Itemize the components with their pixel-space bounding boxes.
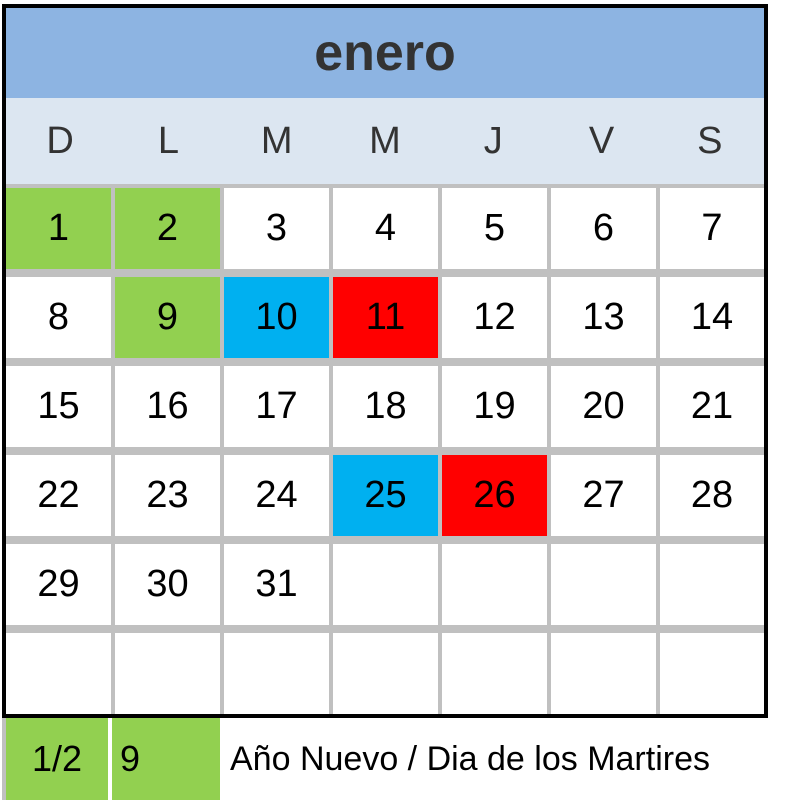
day-cell-17: 17 — [224, 366, 329, 447]
day-cell-empty — [442, 544, 547, 625]
weekday-sunday: D — [46, 119, 74, 162]
day-cell-27: 27 — [551, 455, 656, 536]
day-cell-31: 31 — [224, 544, 329, 625]
day-cell-empty — [551, 544, 656, 625]
day-cell-empty — [660, 633, 764, 714]
day-cell-8: 8 — [6, 277, 111, 358]
weekday-header-row: D L M M J V S — [6, 98, 764, 184]
day-cell-12: 12 — [442, 277, 547, 358]
day-cell-24: 24 — [224, 455, 329, 536]
calendar: enero D L M M J V S 1 2 3 4 5 6 7 8 9 10 11 12 13 14 1… — [2, 4, 768, 718]
day-cell-14: 14 — [660, 277, 764, 358]
day-cell-empty — [333, 544, 438, 625]
day-cell-empty — [333, 633, 438, 714]
day-cell-13: 13 — [551, 277, 656, 358]
day-cell-4: 4 — [333, 188, 438, 269]
day-cell-9: 9 — [115, 277, 220, 358]
day-cell-16: 16 — [115, 366, 220, 447]
day-cell-7: 7 — [660, 188, 764, 269]
day-cell-15: 15 — [6, 366, 111, 447]
month-title: enero — [6, 8, 764, 98]
weekday-thursday: J — [483, 119, 503, 162]
day-cell-2: 2 — [115, 188, 220, 269]
day-cell-empty — [6, 633, 111, 714]
legend-description: Año Nuevo / Dia de los Martires — [230, 739, 710, 778]
day-cell-26: 26 — [442, 455, 547, 536]
day-cell-28: 28 — [660, 455, 764, 536]
day-cell-23: 23 — [115, 455, 220, 536]
weekday-saturday: S — [697, 119, 723, 162]
weekday-monday: L — [157, 119, 179, 162]
day-cell-6: 6 — [551, 188, 656, 269]
day-grid: 1 2 3 4 5 6 7 8 9 10 11 12 13 14 15 16 17 18 19 20 21 22 23 24 2… — [6, 184, 764, 714]
day-cell-11: 11 — [333, 277, 438, 358]
weekday-friday: V — [588, 119, 615, 162]
day-cell-19: 19 — [442, 366, 547, 447]
day-cell-25: 25 — [333, 455, 438, 536]
day-cell-18: 18 — [333, 366, 438, 447]
day-cell-5: 5 — [442, 188, 547, 269]
day-cell-20: 20 — [551, 366, 656, 447]
holiday-legend: 1/2 9 Año Nuevo / Dia de los Martires — [2, 718, 788, 800]
day-cell-21: 21 — [660, 366, 764, 447]
day-cell-empty — [660, 544, 764, 625]
weekday-tuesday: M — [260, 119, 293, 162]
day-cell-empty — [115, 633, 220, 714]
day-cell-empty — [442, 633, 547, 714]
day-cell-empty — [551, 633, 656, 714]
day-cell-22: 22 — [6, 455, 111, 536]
legend-date-martyrs: 9 — [112, 718, 220, 800]
day-cell-1: 1 — [6, 188, 111, 269]
legend-date-new-year: 1/2 — [2, 718, 108, 800]
day-cell-empty — [224, 633, 329, 714]
weekday-wednesday: M — [369, 119, 401, 162]
day-cell-30: 30 — [115, 544, 220, 625]
day-cell-10: 10 — [224, 277, 329, 358]
day-cell-3: 3 — [224, 188, 329, 269]
day-cell-29: 29 — [6, 544, 111, 625]
